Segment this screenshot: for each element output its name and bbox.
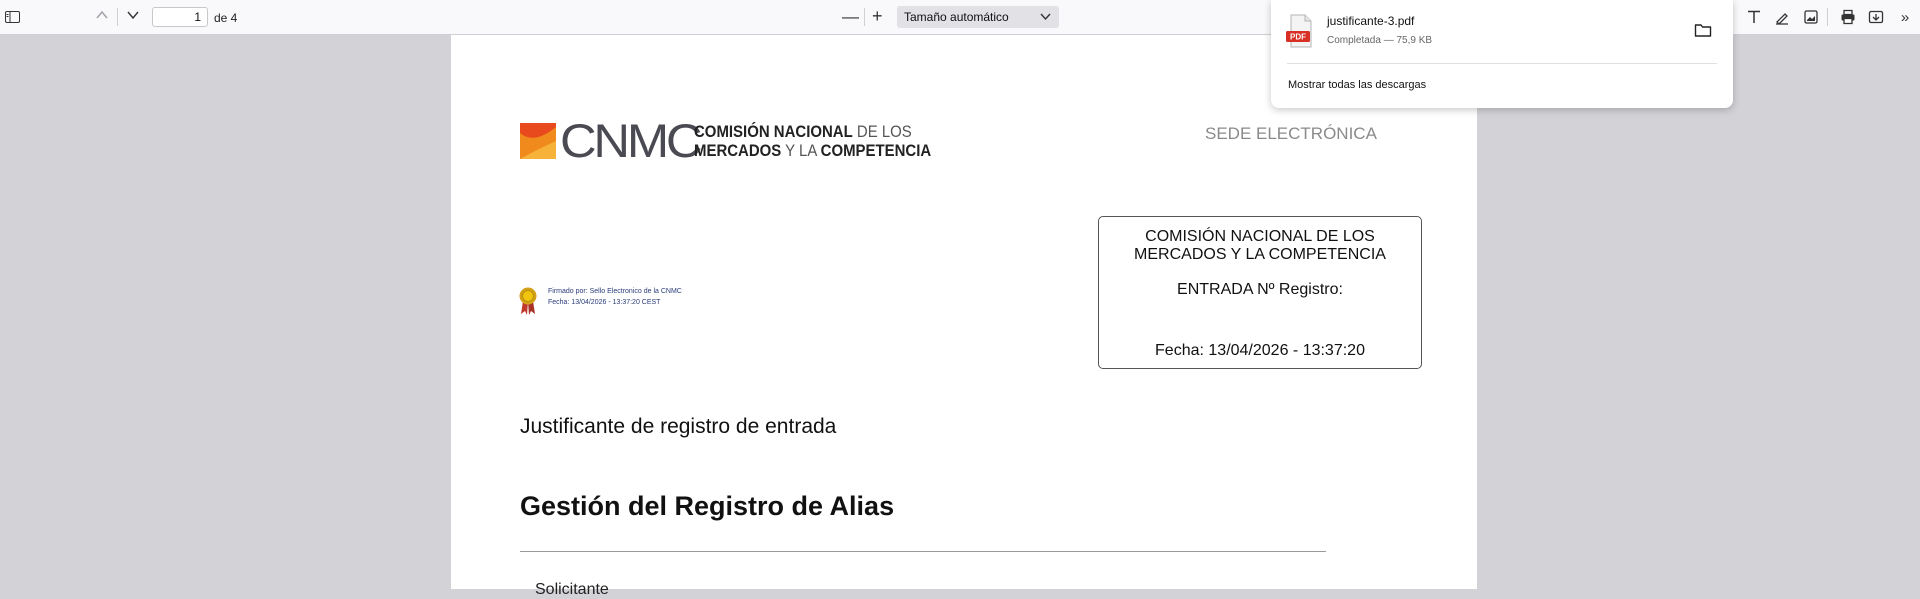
logo-text-part: COMISIÓN NACIONAL [694,122,853,141]
toolbar-separator [1827,8,1828,26]
cnmc-logo-mark [520,123,556,159]
divider [520,551,1326,552]
registro-organization: COMISIÓN NACIONAL DE LOS MERCADOS Y LA C… [1099,228,1421,264]
sede-label: SEDE ELECTRÓNICA [1205,124,1377,143]
more-tools-icon[interactable]: » [1895,7,1915,27]
print-icon[interactable] [1838,7,1858,27]
downloads-panel: PDF justificante-3.pdf Completada — 75,9… [1271,0,1733,108]
page-number-input[interactable]: 1 [152,7,208,27]
signature-info: Firmado por: Sello Electronico de la CNM… [548,286,682,308]
next-page-icon[interactable] [126,8,140,25]
toolbar-separator [864,8,865,26]
zoom-select[interactable]: Tamaño automático [897,6,1059,28]
next-section-heading: Solicitante [535,581,609,598]
registro-stamp: COMISIÓN NACIONAL DE LOS MERCADOS Y LA C… [1098,216,1422,369]
download-file-name[interactable]: justificante-3.pdf [1327,14,1414,28]
zoom-select-value: Tamaño automático [904,10,1009,24]
logo-text-part: DE LOS [852,122,912,141]
chevron-down-icon [1040,6,1051,36]
signature-line: Firmado por: Sello Electronico de la CNM… [548,288,682,295]
sidebar-toggle-icon[interactable] [5,10,20,23]
signature-line: Fecha: 13/04/2026 - 13:37:20 CEST [548,299,661,306]
registro-fecha: Fecha: 13/04/2026 - 13:37:20 [1155,342,1365,359]
page-total-label: de 4 [214,11,238,25]
cnmc-logo: CNMC COMISIÓN NACIONAL DE LOS MERCADOS Y… [520,114,940,168]
zoom-out-button[interactable]: — [842,7,859,27]
pdf-badge-text: PDF [1290,33,1306,42]
open-folder-icon[interactable] [1694,22,1712,38]
zoom-in-button[interactable]: + [872,6,883,27]
signature-seal-icon [519,287,537,315]
registro-org-line: MERCADOS Y LA COMPETENCIA [1134,246,1386,263]
logo-text-part: Y LA [781,141,821,160]
show-all-downloads-link[interactable]: Mostrar todas las descargas [1288,79,1426,91]
registro-entrada: ENTRADA Nº Registro: [1177,281,1343,298]
pdf-file-icon: PDF [1285,14,1315,48]
previous-page-icon[interactable] [95,8,109,25]
logo-full-name: COMISIÓN NACIONAL DE LOS MERCADOS Y LA C… [694,122,931,160]
image-tool-icon[interactable] [1801,7,1821,27]
toolbar-separator [117,8,118,26]
divider [1287,63,1717,64]
pdf-page: CNMC COMISIÓN NACIONAL DE LOS MERCADOS Y… [451,35,1477,598]
draw-tool-icon[interactable] [1772,7,1792,27]
document-title: Gestión del Registro de Alias [520,491,895,521]
registro-org-line: COMISIÓN NACIONAL DE LOS [1145,228,1375,245]
download-status: Completada — 75,9 KB [1327,35,1433,46]
logo-text-part: MERCADOS [694,141,782,160]
logo-acronym: CNMC [560,114,703,167]
text-tool-icon[interactable] [1744,7,1764,27]
document-subtitle: Justificante de registro de entrada [520,415,837,438]
save-icon[interactable] [1866,7,1886,27]
logo-text-part: COMPETENCIA [820,141,932,160]
